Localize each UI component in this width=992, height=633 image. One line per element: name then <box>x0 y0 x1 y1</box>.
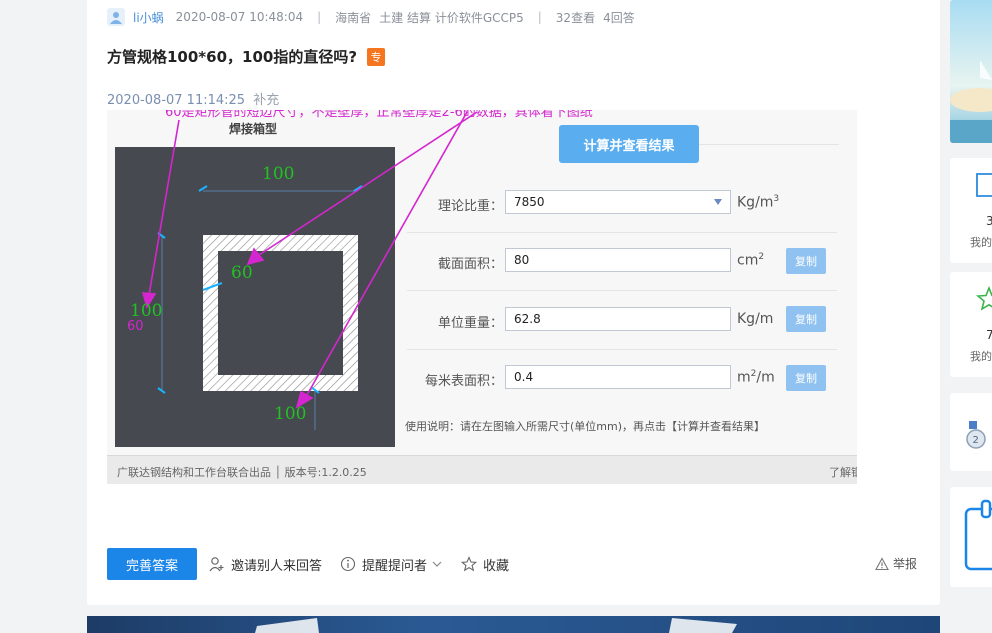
chevron-down-icon <box>432 561 442 567</box>
question-title-text: 方管规格100*60，100指的直径吗? <box>107 48 358 66</box>
divider <box>407 232 837 233</box>
dim-left-label: 100 <box>130 301 162 321</box>
question-meta: li小蜗 2020-08-07 10:48:04 | 海南省 土建 结算 计价软… <box>107 7 635 27</box>
report-link[interactable]: 举报 <box>875 555 917 572</box>
dim-bottom-label: 100 <box>274 404 306 424</box>
warning-icon <box>875 556 889 570</box>
dim-top-label: 100 <box>262 164 294 184</box>
remind-asker-dropdown[interactable]: 提醒提问者 <box>340 555 443 574</box>
surface-area-unit: m2/m <box>737 369 775 386</box>
special-badge: 专 <box>367 47 386 66</box>
copy-weight-button[interactable]: 复制 <box>786 306 826 332</box>
sidebar-label-1: 我的 <box>970 236 992 249</box>
calculator-screenshot[interactable]: 焊接箱型 100 60 100 60 100 60是矩形管的短边尺寸，不是壁厚，… <box>107 110 857 484</box>
document-icon <box>976 173 992 197</box>
density-unit: Kg/m3 <box>737 194 780 211</box>
footer-credits: 广联达钢结构和工作台联合出品 │ 版本号:1.2.0.25 <box>117 466 367 479</box>
calculate-button[interactable]: 计算并查看结果 <box>559 125 699 163</box>
density-value: 7850 <box>514 195 545 209</box>
sidebar-count-1: 3 <box>986 214 992 228</box>
unit-weight-unit: Kg/m <box>737 311 774 327</box>
copy-surface-button[interactable]: 复制 <box>786 365 826 391</box>
avatar[interactable] <box>107 8 125 26</box>
meta-divider: | <box>317 10 322 24</box>
bottom-wall <box>203 375 358 391</box>
divider <box>407 349 837 350</box>
supplement-time: 2020-08-07 11:14:25 <box>107 93 246 108</box>
footer-learn-more[interactable]: 了解钢 <box>829 464 857 480</box>
area-label: 截面面积： <box>437 257 503 272</box>
category-tags[interactable]: 土建 结算 计价软件GCCP5 <box>379 9 524 26</box>
favorite-label: 收藏 <box>483 558 510 574</box>
answer-count: 4回答 <box>603 10 635 25</box>
surface-area-label: 每米表面积： <box>424 374 503 389</box>
divider <box>407 290 837 291</box>
sidebar-card-favorites[interactable]: 7 我的 <box>950 272 992 377</box>
divider <box>699 144 839 145</box>
banner-illustration <box>950 60 992 143</box>
top-wall <box>203 235 358 251</box>
answer-actions: 完善答案 邀请别人来回答 提醒提问者 收藏 <box>107 548 527 580</box>
medal-icon: 2 <box>966 421 986 449</box>
svg-text:2: 2 <box>973 435 979 446</box>
copy-area-button[interactable]: 复制 <box>786 248 826 274</box>
surface-area-field[interactable]: 0.4 <box>505 365 731 389</box>
answer-annotation: 60是矩形管的短边尺寸，不是壁厚，正常壁厚是2-6的数据，具体看下图纸 <box>165 110 593 120</box>
report-label: 举报 <box>893 557 918 571</box>
invite-button[interactable]: 邀请别人来回答 <box>209 555 322 574</box>
unit-weight-field[interactable]: 62.8 <box>505 307 731 331</box>
invite-label: 邀请别人来回答 <box>231 558 323 574</box>
next-post-thumbnail <box>255 618 737 633</box>
chevron-down-icon <box>714 199 722 205</box>
area-unit: cm2 <box>737 252 765 269</box>
area-field[interactable]: 80 <box>505 248 731 272</box>
left-wall <box>203 235 218 391</box>
remind-label: 提醒提问者 <box>362 558 428 574</box>
sidebar-banner[interactable] <box>950 0 992 143</box>
density-label: 理论比重： <box>437 199 503 214</box>
view-count: 32查看 <box>555 10 596 25</box>
sidebar-card-medal[interactable]: 2 <box>950 393 992 471</box>
question-card: li小蜗 2020-08-07 10:48:04 | 海南省 土建 结算 计价软… <box>87 0 940 605</box>
posted-time: 2020-08-07 10:48:04 <box>175 10 304 24</box>
supplement-header: 2020-08-07 11:14:25 补充 <box>107 89 279 108</box>
region-label: 海南省 <box>335 10 372 25</box>
calculator-footer: 广联达钢结构和工作台联合出品 │ 版本号:1.2.0.25 了解钢 <box>107 455 857 484</box>
calendar-icon <box>964 499 992 571</box>
usage-note: 使用说明：请在左图输入所需尺寸(单位mm)，再点击【计算并查看结果】 <box>405 420 766 433</box>
user-avatar-icon <box>110 12 122 24</box>
meta-divider: | <box>537 10 542 24</box>
sidebar-label-2: 我的 <box>970 350 992 363</box>
sidebar-card-calendar[interactable] <box>950 487 992 587</box>
star-icon <box>976 286 992 311</box>
dim-left-handwritten: 60 <box>127 319 144 334</box>
invite-user-icon <box>209 557 224 572</box>
supplement-tag: 补充 <box>253 93 280 108</box>
right-wall <box>343 235 358 391</box>
improve-answer-button[interactable]: 完善答案 <box>107 548 197 580</box>
next-post-image[interactable] <box>87 616 940 633</box>
dim-inner-label: 60 <box>231 263 253 283</box>
sidebar-card-answers[interactable]: 3 我的 <box>950 158 992 263</box>
username-link[interactable]: li小蜗 <box>133 9 164 26</box>
star-icon <box>461 556 478 572</box>
question-title: 方管规格100*60，100指的直径吗? 专 <box>107 46 386 67</box>
favorite-button[interactable]: 收藏 <box>461 555 509 574</box>
unit-weight-label: 单位重量： <box>437 316 503 331</box>
info-circle-icon <box>340 556 356 572</box>
sidebar-count-2: 7 <box>986 328 992 342</box>
density-select[interactable]: 7850 <box>505 190 731 214</box>
